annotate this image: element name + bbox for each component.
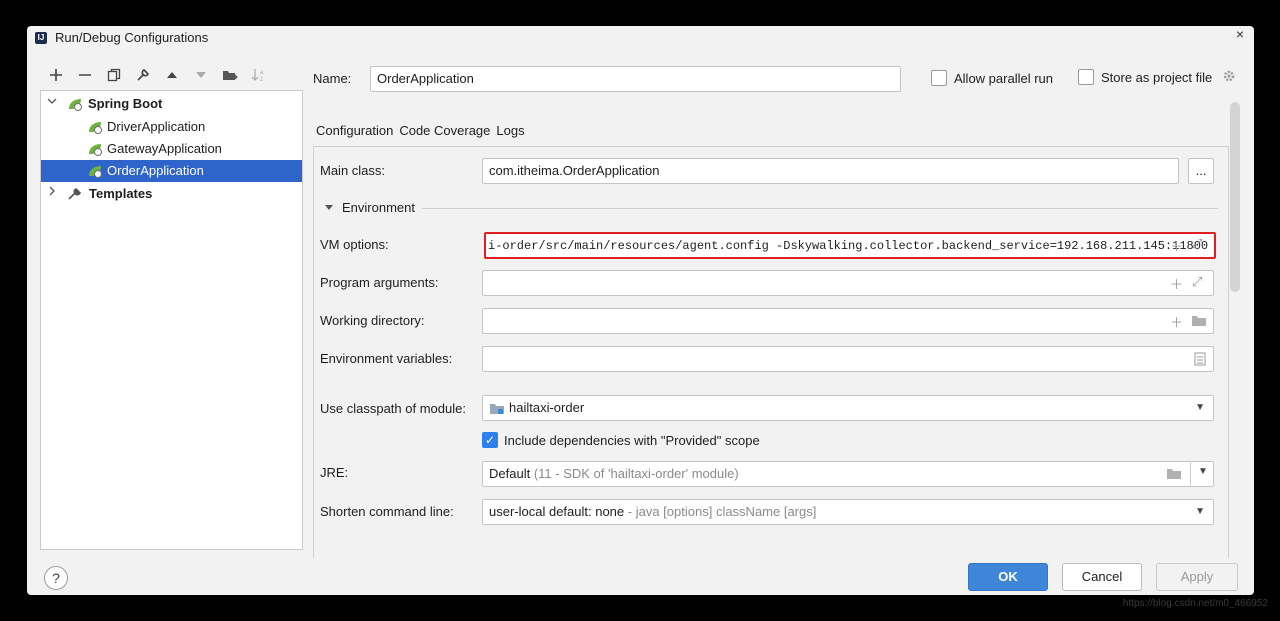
tab-configuration[interactable]: Configuration — [313, 120, 396, 142]
spring-boot-app-icon — [89, 144, 102, 156]
environment-variables-label: Environment variables: — [320, 351, 453, 366]
help-button[interactable]: ? — [44, 566, 68, 590]
add-configuration-icon[interactable] — [41, 64, 70, 86]
store-as-project-file-label: Store as project file — [1101, 70, 1213, 85]
name-label: Name: — [313, 71, 352, 86]
add-argument-icon[interactable]: ＋ — [1170, 274, 1183, 293]
run-debug-dialog: IJ Run/Debug Configurations × az Spring … — [27, 26, 1254, 595]
spring-boot-app-icon — [89, 166, 102, 178]
remove-configuration-icon[interactable] — [70, 64, 99, 86]
spring-boot-icon — [69, 99, 82, 111]
name-input[interactable]: OrderApplication — [370, 66, 901, 92]
cancel-button[interactable]: Cancel — [1062, 563, 1142, 591]
intellij-app-icon: IJ — [35, 32, 47, 44]
tab-logs[interactable]: Logs — [493, 120, 527, 142]
move-up-icon[interactable] — [157, 64, 186, 86]
vm-options-input[interactable]: i-order/src/main/resources/agent.config … — [484, 232, 1216, 259]
browse-main-class-button[interactable]: ... — [1188, 158, 1214, 184]
svg-text:a: a — [260, 70, 264, 76]
expand-plus-icon[interactable]: ＋ — [1170, 236, 1183, 255]
working-directory-label: Working directory: — [320, 313, 425, 328]
tree-item-label: Spring Boot — [88, 96, 163, 111]
tree-item-spring-boot[interactable]: Spring Boot — [41, 93, 302, 115]
title-bar: IJ Run/Debug Configurations × — [27, 26, 1254, 50]
configuration-panel: Main class: com.itheima.OrderApplication… — [313, 146, 1229, 558]
tree-item-driver-application[interactable]: DriverApplication — [41, 116, 302, 138]
allow-parallel-checkbox[interactable] — [931, 70, 947, 86]
program-arguments-label: Program arguments: — [320, 275, 439, 290]
environment-variables-input[interactable] — [482, 346, 1214, 372]
tree-item-label: DriverApplication — [107, 119, 206, 134]
section-divider — [422, 208, 1218, 209]
selected-module: hailtaxi-order — [509, 400, 585, 415]
sort-icon[interactable]: az — [244, 64, 273, 86]
configurations-toolbar: az — [41, 64, 273, 86]
tree-item-order-application[interactable]: OrderApplication — [41, 160, 302, 182]
tree-item-label: Templates — [89, 186, 153, 201]
jre-label: JRE: — [320, 465, 349, 480]
wrench-icon — [68, 188, 81, 200]
apply-button[interactable]: Apply — [1156, 563, 1238, 591]
expand-icon[interactable]: ⤢ — [1192, 274, 1202, 290]
environment-section-label: Environment — [342, 200, 415, 215]
copy-configuration-icon[interactable] — [99, 64, 128, 86]
move-down-icon[interactable] — [186, 64, 215, 86]
close-icon[interactable]: × — [1236, 26, 1244, 42]
shorten-hint: - java [options] className [args] — [627, 504, 817, 519]
tab-code-coverage[interactable]: Code Coverage — [396, 120, 493, 142]
folder-icon[interactable] — [1166, 467, 1182, 483]
include-provided-scope-label: Include dependencies with "Provided" sco… — [504, 433, 760, 448]
add-macro-icon[interactable]: ＋ — [1170, 312, 1183, 331]
config-tabs: Configuration Code Coverage Logs — [313, 120, 528, 142]
tree-item-gateway-application[interactable]: GatewayApplication — [41, 138, 302, 160]
expand-icon[interactable]: ⤢ — [1192, 236, 1202, 252]
svg-text:z: z — [260, 77, 263, 82]
vm-options-label: VM options: — [320, 237, 389, 252]
gear-icon[interactable] — [1222, 69, 1236, 86]
tree-item-label: OrderApplication — [107, 163, 204, 178]
tree-item-label: GatewayApplication — [107, 141, 222, 156]
jre-value: Default — [489, 466, 531, 481]
jre-hint: (11 - SDK of 'hailtaxi-order' module) — [533, 466, 739, 481]
wrench-icon[interactable] — [128, 64, 157, 86]
working-directory-input[interactable] — [482, 308, 1214, 334]
form-scrollbar[interactable] — [1230, 102, 1240, 292]
program-arguments-input[interactable] — [482, 270, 1214, 296]
store-as-project-file-checkbox[interactable] — [1078, 69, 1094, 85]
edit-variables-icon[interactable] — [1194, 352, 1206, 369]
chevron-down-icon: ▼ — [1195, 402, 1205, 413]
collapse-triangle-icon[interactable] — [324, 200, 334, 215]
chevron-down-icon: ▼ — [1195, 506, 1205, 517]
jre-select[interactable]: Default (11 - SDK of 'hailtaxi-order' mo… — [482, 461, 1214, 487]
allow-parallel-label: Allow parallel run — [954, 71, 1053, 86]
chevron-right-icon[interactable] — [47, 183, 57, 205]
tree-item-templates[interactable]: Templates — [41, 183, 302, 205]
main-class-label: Main class: — [320, 163, 386, 178]
ok-button[interactable]: OK — [968, 563, 1048, 591]
module-folder-icon — [489, 402, 505, 418]
window-title: Run/Debug Configurations — [55, 30, 209, 45]
classpath-module-label: Use classpath of module: — [320, 401, 466, 416]
shorten-command-line-select[interactable]: user-local default: none - java [options… — [482, 499, 1214, 525]
shorten-value: user-local default: none — [489, 504, 625, 519]
source-watermark: https://blog.csdn.net/m0_466952 — [1122, 598, 1268, 609]
configurations-tree: Spring Boot DriverApplication GatewayApp… — [40, 90, 303, 550]
folder-icon[interactable] — [1191, 314, 1207, 330]
include-provided-scope-checkbox[interactable]: ✓ — [482, 432, 498, 448]
spring-boot-app-icon — [89, 122, 102, 134]
divider — [1190, 461, 1191, 487]
move-to-folder-icon[interactable] — [215, 64, 244, 86]
chevron-down-icon[interactable] — [47, 93, 57, 115]
shorten-command-line-label: Shorten command line: — [320, 504, 454, 519]
classpath-module-select[interactable]: hailtaxi-order ▼ — [482, 395, 1214, 421]
main-class-input[interactable]: com.itheima.OrderApplication — [482, 158, 1179, 184]
chevron-down-icon[interactable]: ▼ — [1198, 466, 1208, 477]
